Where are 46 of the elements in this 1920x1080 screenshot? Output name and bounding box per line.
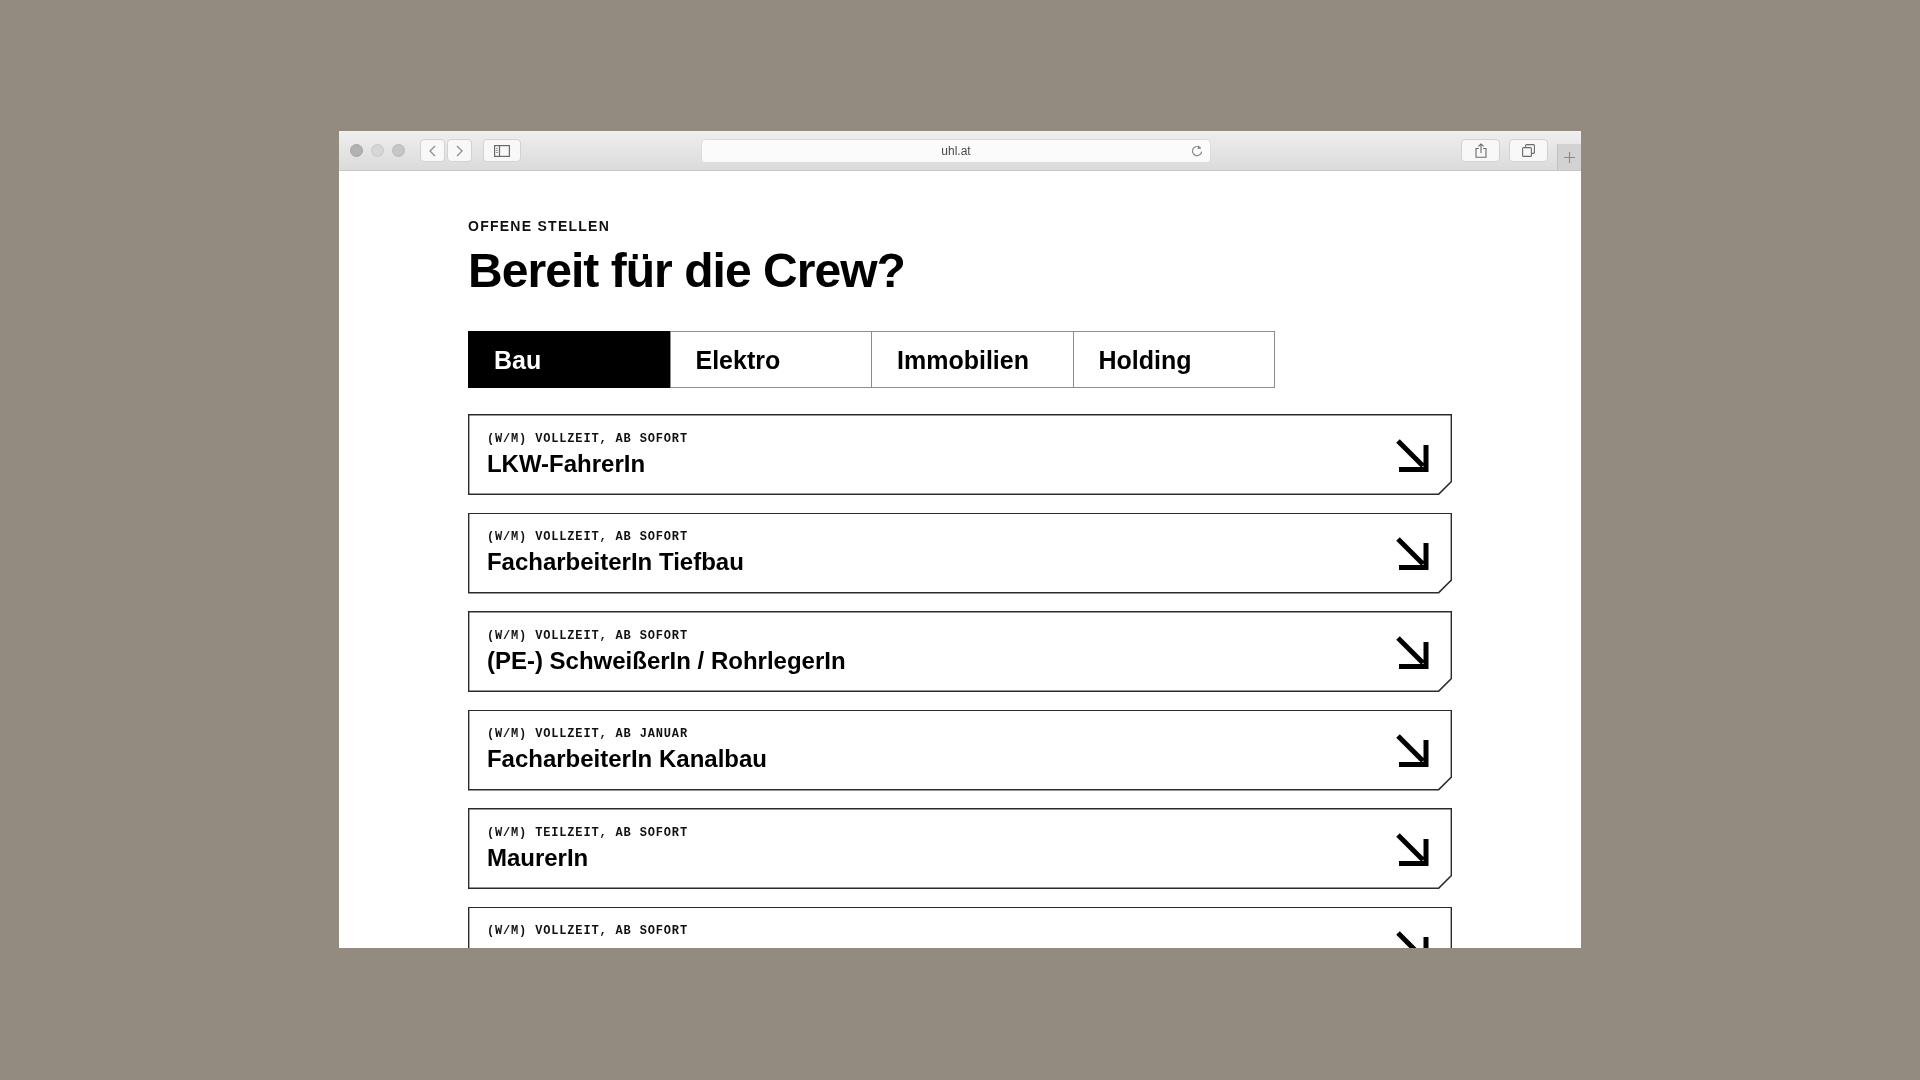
- share-button[interactable]: [1461, 139, 1500, 162]
- job-card[interactable]: (W/M) VOLLZEIT, AB JANUAR FacharbeiterIn Kanalbau: [468, 709, 1452, 791]
- job-title: LKW-FahrerIn: [486, 449, 647, 478]
- job-card[interactable]: (W/M) TEILZEIT, AB SOFORT MaurerIn: [468, 808, 1452, 889]
- section-label: OFFENE STELLEN: [468, 218, 612, 234]
- job-meta: (W/M) VOLLZEIT, AB SOFORT: [486, 924, 688, 939]
- job-meta: (W/M) VOLLZEIT, AB JANUAR: [486, 727, 689, 742]
- category-tab[interactable]: Bau: [468, 331, 671, 388]
- window-zoom-icon[interactable]: [392, 144, 405, 157]
- job-title: (PE-) SchweißerIn / RohrlegerIn: [486, 646, 846, 675]
- arrow-down-right-icon: [1396, 634, 1430, 669]
- category-tab[interactable]: Elektro: [669, 331, 872, 388]
- job-title: MaurerIn: [486, 843, 590, 872]
- sidebar-icon: [494, 144, 510, 157]
- job-card[interactable]: (W/M) VOLLZEIT, AB SOFORT LKW-FahrerIn: [468, 414, 1452, 495]
- window-minimize-icon[interactable]: [371, 144, 384, 157]
- arrow-down-right-icon: [1396, 733, 1430, 767]
- job-title: FacharbeiterIn Tiefbau: [486, 548, 744, 577]
- chevron-right-icon: [456, 144, 463, 157]
- page-heading: Bereit für die Crew?: [468, 247, 906, 295]
- arrow-down-right-icon: [1396, 536, 1430, 570]
- arrow-down-right-icon: [1396, 831, 1430, 866]
- forward-button[interactable]: [447, 139, 472, 162]
- sidebar-button[interactable]: [483, 139, 521, 162]
- job-card[interactable]: (W/M) VOLLZEIT, AB SOFORT FacharbeiterIn Tiefbau: [468, 512, 1452, 594]
- category-tab[interactable]: Immobilien: [871, 331, 1074, 388]
- overlapping-squares-icon: [1522, 144, 1535, 157]
- new-tab-button[interactable]: [1557, 144, 1581, 170]
- back-button[interactable]: [420, 139, 445, 162]
- address-field[interactable]: uhl.at: [701, 138, 1211, 163]
- share-icon: [1474, 143, 1487, 158]
- arrow-down-right-icon: [1396, 437, 1430, 472]
- url-text: uhl.at: [941, 143, 971, 158]
- tabs-overview-button[interactable]: [1509, 139, 1548, 162]
- job-meta: (W/M) VOLLZEIT, AB SOFORT: [486, 431, 688, 446]
- job-meta: (W/M) TEILZEIT, AB SOFORT: [486, 825, 688, 840]
- job-meta: (W/M) VOLLZEIT, AB SOFORT: [486, 628, 689, 643]
- job-title: FacharbeiterIn Kanalbau: [486, 745, 767, 774]
- chevron-left-icon: [429, 144, 436, 157]
- plus-icon: [1564, 151, 1575, 163]
- category-tab[interactable]: Holding: [1072, 331, 1275, 388]
- job-meta: (W/M) VOLLZEIT, AB SOFORT: [486, 530, 689, 545]
- job-card[interactable]: (W/M) VOLLZEIT, AB SOFORT: [468, 906, 1452, 948]
- job-card[interactable]: (W/M) VOLLZEIT, AB SOFORT (PE-) SchweißerIn / RohrlegerIn: [468, 611, 1452, 692]
- window-close-icon[interactable]: [350, 144, 363, 157]
- reload-icon: [1191, 144, 1203, 157]
